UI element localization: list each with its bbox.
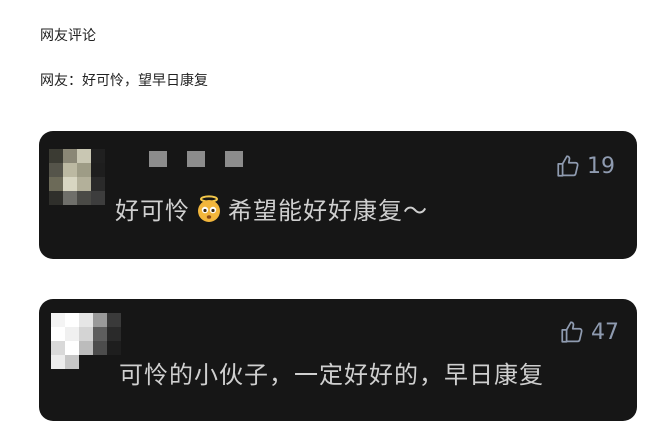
comment-text: 可怜的小伙子，一定好好的，早日康复	[119, 361, 544, 389]
comment-text-part: 希望能好好康复～	[228, 197, 428, 225]
avatar[interactable]	[51, 313, 121, 369]
article-quote: 网友：好可怜，望早日康复	[40, 73, 208, 89]
comment-text-part: 好可怜	[115, 197, 190, 225]
thumbs-up-icon	[557, 155, 579, 177]
section-heading: 网友评论	[40, 28, 96, 44]
comment-card: 47 可怜的小伙子，一定好好的，早日康复	[39, 299, 637, 421]
like-count: 19	[587, 153, 615, 179]
innocent-face-emoji-icon	[198, 194, 220, 222]
thumbs-up-icon	[561, 321, 583, 343]
like-button[interactable]: 47	[559, 319, 619, 345]
comment-text: 好可怜 希望能好好康复～	[115, 191, 428, 226]
avatar[interactable]	[49, 149, 105, 205]
like-count: 47	[591, 319, 619, 345]
censored-username	[149, 151, 243, 167]
like-button[interactable]: 19	[555, 153, 615, 179]
comment-card: 19 好可怜 希望能好好康复～	[39, 131, 637, 259]
